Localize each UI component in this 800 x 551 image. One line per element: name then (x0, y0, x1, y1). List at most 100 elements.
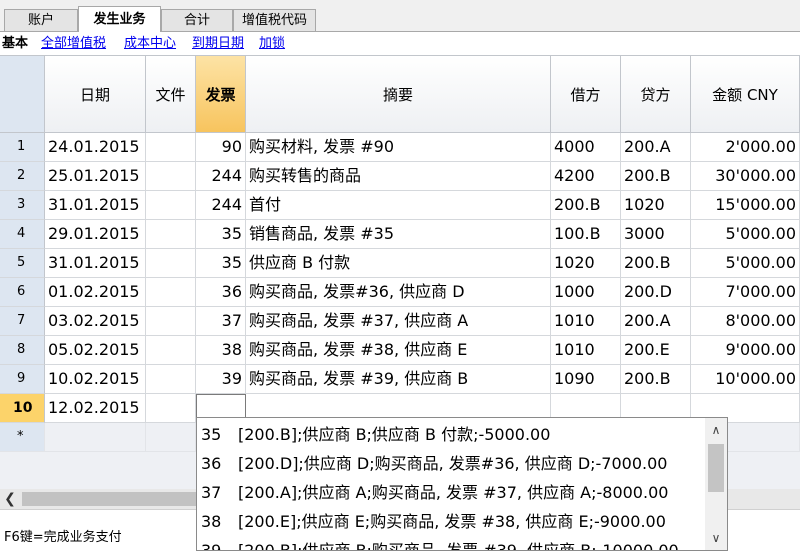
cell-file[interactable] (146, 423, 196, 452)
row-number[interactable]: 9 (0, 365, 45, 394)
cell-credit[interactable]: 200.E (621, 336, 691, 365)
cell-doc[interactable]: 244 (196, 191, 246, 220)
cell-file[interactable] (146, 133, 196, 162)
chevron-left-icon[interactable]: ❮ (0, 489, 20, 509)
tab-totals[interactable]: 合计 (161, 9, 233, 31)
cell-date[interactable] (45, 423, 146, 452)
dropdown-item[interactable]: 38 [200.E];供应商 E;购买商品, 发票 #38, 供应商 E;-900… (197, 507, 704, 536)
row-number[interactable]: 2 (0, 162, 45, 191)
header-file[interactable]: 文件 (146, 55, 196, 133)
cell-date[interactable]: 05.02.2015 (45, 336, 146, 365)
cell-amount[interactable]: 5'000.00 (691, 249, 800, 278)
cell-description[interactable]: 供应商 B 付款 (246, 249, 551, 278)
table-row[interactable]: 9 10.02.2015 39 购买商品, 发票 #39, 供应商 B 1090 200.… (0, 365, 800, 394)
cell-description[interactable]: 购买商品, 发票 #39, 供应商 B (246, 365, 551, 394)
cell-date[interactable]: 29.01.2015 (45, 220, 146, 249)
cell-debit[interactable]: 4000 (551, 133, 621, 162)
header-description[interactable]: 摘要 (246, 55, 551, 133)
tab-transactions[interactable]: 发生业务 (78, 6, 161, 32)
dropdown-item[interactable]: 35 [200.B];供应商 B;供应商 B 付款;-5000.00 (197, 420, 704, 449)
dropdown-scroll-thumb[interactable] (708, 444, 724, 492)
view-link-lock[interactable]: 加锁 (259, 33, 285, 54)
cell-date[interactable]: 31.01.2015 (45, 249, 146, 278)
row-number[interactable]: 4 (0, 220, 45, 249)
view-link-all-vat[interactable]: 全部增值税 (41, 33, 106, 54)
cell-debit[interactable]: 100.B (551, 220, 621, 249)
cell-debit[interactable]: 1020 (551, 249, 621, 278)
cell-debit[interactable]: 4200 (551, 162, 621, 191)
table-row[interactable]: 4 29.01.2015 35 销售商品, 发票 #35 100.B 3000 5'000.… (0, 220, 800, 249)
row-number[interactable]: 10 (0, 394, 45, 423)
table-row[interactable]: 1 24.01.2015 90 购买材料, 发票 #90 4000 200.A 2'000.… (0, 133, 800, 162)
tab-accounts[interactable]: 账户 (4, 9, 78, 31)
cell-file[interactable] (146, 249, 196, 278)
table-row[interactable]: 8 05.02.2015 38 购买商品, 发票 #38, 供应商 E 1010 200.… (0, 336, 800, 365)
cell-debit[interactable]: 1010 (551, 336, 621, 365)
view-link-due-date[interactable]: 到期日期 (192, 33, 244, 54)
cell-file[interactable] (146, 220, 196, 249)
cell-date[interactable]: 12.02.2015 (45, 394, 146, 423)
table-row[interactable]: 5 31.01.2015 35 供应商 B 付款 1020 200.B 5'000.00 (0, 249, 800, 278)
row-number[interactable]: 3 (0, 191, 45, 220)
table-row[interactable]: 7 03.02.2015 37 购买商品, 发票 #37, 供应商 A 1010 200.… (0, 307, 800, 336)
cell-doc[interactable]: 35 (196, 220, 246, 249)
cell-description[interactable]: 销售商品, 发票 #35 (246, 220, 551, 249)
dropdown-item[interactable]: 37 [200.A];供应商 A;购买商品, 发票 #37, 供应商 A;-800… (197, 478, 704, 507)
cell-date[interactable]: 31.01.2015 (45, 191, 146, 220)
cell-amount[interactable]: 9'000.00 (691, 336, 800, 365)
view-current[interactable]: 基本 (2, 33, 28, 54)
dropdown-item[interactable]: 39 [200.B];供应商 B;购买商品, 发票 #39, 供应商 B;-100… (197, 536, 704, 550)
cell-file[interactable] (146, 191, 196, 220)
table-row[interactable]: 2 25.01.2015 244 购买转售的商品 4200 200.B 30'000.00 (0, 162, 800, 191)
cell-amount[interactable]: 30'000.00 (691, 162, 800, 191)
cell-description[interactable]: 购买材料, 发票 #90 (246, 133, 551, 162)
cell-file[interactable] (146, 365, 196, 394)
cell-amount[interactable]: 8'000.00 (691, 307, 800, 336)
header-doc[interactable]: 发票 (196, 55, 246, 133)
cell-description[interactable]: 购买商品, 发票#36, 供应商 D (246, 278, 551, 307)
cell-file[interactable] (146, 307, 196, 336)
cell-debit[interactable]: 1010 (551, 307, 621, 336)
row-number[interactable]: 7 (0, 307, 45, 336)
cell-amount[interactable]: 5'000.00 (691, 220, 800, 249)
cell-date[interactable]: 03.02.2015 (45, 307, 146, 336)
cell-doc[interactable]: 36 (196, 278, 246, 307)
header-date[interactable]: 日期 (45, 55, 146, 133)
cell-date[interactable]: 24.01.2015 (45, 133, 146, 162)
cell-description[interactable]: 购买商品, 发票 #38, 供应商 E (246, 336, 551, 365)
cell-date[interactable]: 10.02.2015 (45, 365, 146, 394)
cell-doc[interactable]: 37 (196, 307, 246, 336)
row-number[interactable]: 1 (0, 133, 45, 162)
cell-credit[interactable]: 200.A (621, 133, 691, 162)
cell-debit[interactable]: 1000 (551, 278, 621, 307)
row-number[interactable]: 8 (0, 336, 45, 365)
cell-credit[interactable]: 200.B (621, 365, 691, 394)
row-number[interactable]: 6 (0, 278, 45, 307)
cell-credit[interactable]: 200.B (621, 249, 691, 278)
cell-description[interactable]: 购买商品, 发票 #37, 供应商 A (246, 307, 551, 336)
header-debit[interactable]: 借方 (551, 55, 621, 133)
header-amount[interactable]: 金额 CNY (691, 55, 800, 133)
chevron-up-icon[interactable]: ∧ (705, 420, 727, 440)
dropdown-scrollbar[interactable]: ∧ ∨ (705, 418, 727, 550)
cell-file[interactable] (146, 278, 196, 307)
cell-debit[interactable]: 200.B (551, 191, 621, 220)
cell-file[interactable] (146, 394, 196, 423)
chevron-down-icon[interactable]: ∨ (705, 528, 727, 548)
cell-date[interactable]: 01.02.2015 (45, 278, 146, 307)
cell-description[interactable]: 购买转售的商品 (246, 162, 551, 191)
cell-amount[interactable]: 7'000.00 (691, 278, 800, 307)
cell-amount[interactable]: 2'000.00 (691, 133, 800, 162)
view-link-cost-center[interactable]: 成本中心 (124, 33, 176, 54)
cell-debit[interactable]: 1090 (551, 365, 621, 394)
cell-date[interactable]: 25.01.2015 (45, 162, 146, 191)
cell-credit[interactable]: 3000 (621, 220, 691, 249)
header-credit[interactable]: 贷方 (621, 55, 691, 133)
dropdown-item[interactable]: 36 [200.D];供应商 D;购买商品, 发票#36, 供应商 D;-7000… (197, 449, 704, 478)
cell-credit[interactable]: 1020 (621, 191, 691, 220)
header-corner[interactable] (0, 55, 45, 133)
cell-doc[interactable]: 244 (196, 162, 246, 191)
cell-credit[interactable]: 200.D (621, 278, 691, 307)
tab-vat-codes[interactable]: 增值税代码 (233, 9, 316, 31)
table-row[interactable]: 6 01.02.2015 36 购买商品, 发票#36, 供应商 D 1000 200.D… (0, 278, 800, 307)
